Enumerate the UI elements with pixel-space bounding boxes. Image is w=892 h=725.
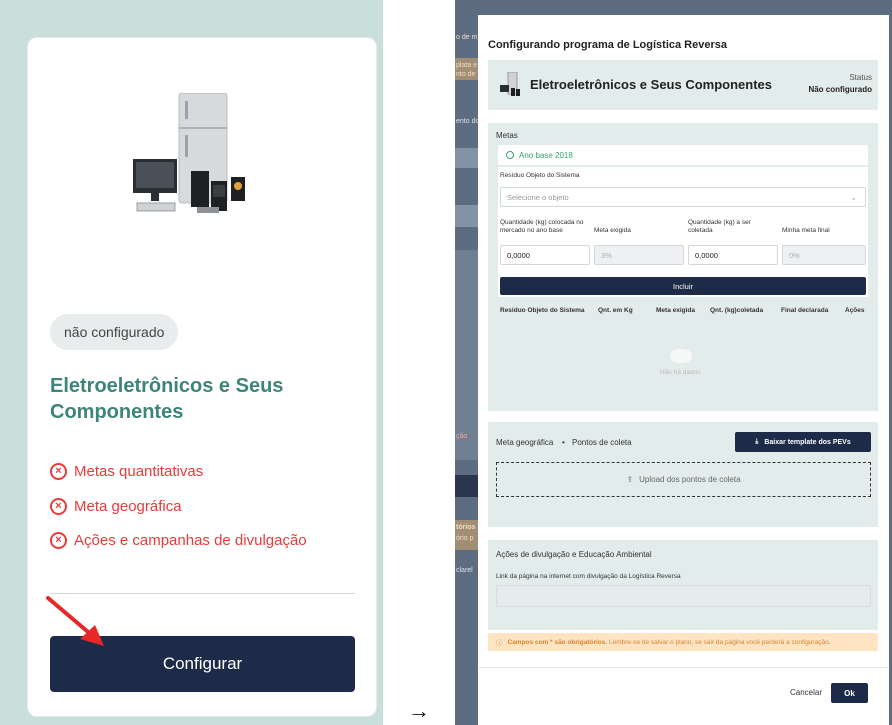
meta-exigida-label: Meta exigida bbox=[594, 227, 631, 234]
acoes-title: Ações de divulgação e Educação Ambiental bbox=[496, 550, 652, 559]
table-header: Resíduo Objeto do Sistema bbox=[500, 307, 585, 314]
ano-base-label: Ano base 2018 bbox=[519, 150, 573, 160]
upload-icon: ⇪ bbox=[626, 475, 634, 484]
program-card: não configurado Eletroeletrônicos e Seus… bbox=[27, 37, 377, 717]
upload-dropzone[interactable]: ⇪ Upload dos pontos de coleta bbox=[496, 462, 871, 497]
qtd-coletada-label: Quantidade (kg) a ser coletada bbox=[688, 219, 751, 235]
bg-text: ção bbox=[456, 433, 468, 440]
table-header: Qnt. em Kg bbox=[598, 307, 633, 314]
footer-divider bbox=[478, 667, 889, 668]
pev-button-label: Baixar template dos PEVs bbox=[764, 438, 851, 446]
qtd-colocada-input[interactable]: 0,0000 bbox=[500, 245, 590, 265]
required-warning: ⓘ Campos com * são obrigatórios. Lembre-… bbox=[488, 633, 878, 651]
metric-label: Ações e campanhas de divulgação bbox=[74, 532, 307, 549]
metric-item-metas: × Metas quantitativas bbox=[50, 463, 203, 480]
meta-geografica-label: Meta geográfica bbox=[496, 438, 554, 447]
bg-text: plata e bbox=[456, 62, 478, 69]
meta-exigida-input: 3% bbox=[594, 245, 684, 265]
table-header: Qnt. (kg)coletada bbox=[710, 307, 764, 314]
error-circle-icon: × bbox=[50, 463, 67, 480]
error-circle-icon: × bbox=[50, 532, 67, 549]
pontos-coleta-label: Pontos de coleta bbox=[572, 438, 632, 447]
table-header: Meta exigida bbox=[656, 307, 696, 314]
warning-bold: Campos com * são obrigatórios. bbox=[507, 638, 608, 646]
status-value: Não configurado bbox=[808, 85, 872, 94]
bg-text: ento do bbox=[456, 118, 480, 125]
residuo-select[interactable]: Selecione o objeto ⌄ bbox=[500, 187, 866, 207]
geo-section: Meta geográfica • Pontos de coleta ⤓ Bai… bbox=[488, 422, 878, 527]
cancel-button[interactable]: Cancelar bbox=[790, 688, 822, 697]
table-header: Ações bbox=[845, 307, 865, 314]
residuo-placeholder: Selecione o objeto bbox=[507, 192, 569, 202]
warning-text: Lembre-se de salvar o plano, se sair da … bbox=[607, 638, 831, 646]
qtd-colocada-label: Quantidade (kg) colocada no mercado no a… bbox=[500, 219, 584, 235]
bullet: • bbox=[562, 438, 565, 447]
bg-text: o de m bbox=[456, 34, 478, 41]
empty-box-icon bbox=[670, 349, 692, 363]
metric-label: Metas quantitativas bbox=[74, 463, 204, 480]
bg-text: clarel bbox=[456, 567, 473, 574]
clock-icon bbox=[506, 151, 514, 159]
metas-section: Metas Ano base 2018 Resíduo Objeto do Si… bbox=[488, 123, 878, 411]
status-label: Status bbox=[849, 73, 872, 82]
config-modal: Configurando programa de Logística Rever… bbox=[478, 15, 889, 725]
residuo-label: Resíduo Objeto do Sistema bbox=[500, 172, 580, 179]
metric-label: Meta geográfica bbox=[74, 498, 182, 515]
link-label: Link da página na internet com divulgaçã… bbox=[496, 573, 681, 580]
empty-text: Não há dados bbox=[660, 369, 701, 376]
modal-title: Configurando programa de Logística Rever… bbox=[488, 39, 727, 51]
link-input[interactable] bbox=[496, 585, 871, 607]
bg-text: nto de bbox=[456, 71, 476, 78]
bg-text: tórios bbox=[456, 524, 476, 531]
ok-button[interactable]: Ok bbox=[831, 683, 868, 703]
info-icon: ⓘ bbox=[496, 640, 503, 647]
acoes-section: Ações de divulgação e Educação Ambiental… bbox=[488, 540, 878, 630]
configure-button[interactable]: Configurar bbox=[50, 636, 355, 692]
incluir-button[interactable]: Incluir bbox=[500, 277, 866, 295]
status-badge: não configurado bbox=[50, 314, 179, 350]
upload-label: Upload dos pontos de coleta bbox=[639, 475, 741, 484]
program-name: Eletroeletrônicos e Seus Componentes bbox=[530, 77, 773, 92]
electronics-icon bbox=[500, 72, 520, 96]
flow-arrow: → bbox=[408, 698, 430, 723]
download-pev-template-button[interactable]: ⤓ Baixar template dos PEVs bbox=[735, 432, 871, 452]
bg-text: ório p bbox=[456, 535, 474, 542]
table-header: Final declarada bbox=[781, 307, 829, 314]
ano-base-bar[interactable]: Ano base 2018 bbox=[498, 145, 868, 165]
metric-item-acoes: × Ações e campanhas de divulgação bbox=[50, 532, 307, 549]
metric-item-geo: × Meta geográfica bbox=[50, 498, 182, 515]
minha-meta-input: 0% bbox=[782, 245, 866, 265]
metas-form: Resíduo Objeto do Sistema Selecione o ob… bbox=[498, 167, 868, 297]
download-icon: ⤓ bbox=[755, 438, 759, 445]
electronics-illustration-icon bbox=[133, 93, 245, 213]
chevron-down-icon: ⌄ bbox=[850, 193, 857, 202]
card-title: Eletroeletrônicos e Seus Componentes bbox=[50, 375, 284, 423]
program-header: Eletroeletrônicos e Seus Componentes Sta… bbox=[488, 60, 878, 110]
divider bbox=[50, 593, 355, 594]
metas-label: Metas bbox=[496, 131, 518, 140]
error-circle-icon: × bbox=[50, 498, 67, 515]
qtd-coletada-input[interactable]: 0,0000 bbox=[688, 245, 778, 265]
minha-meta-label: Minha meta final bbox=[782, 227, 830, 234]
